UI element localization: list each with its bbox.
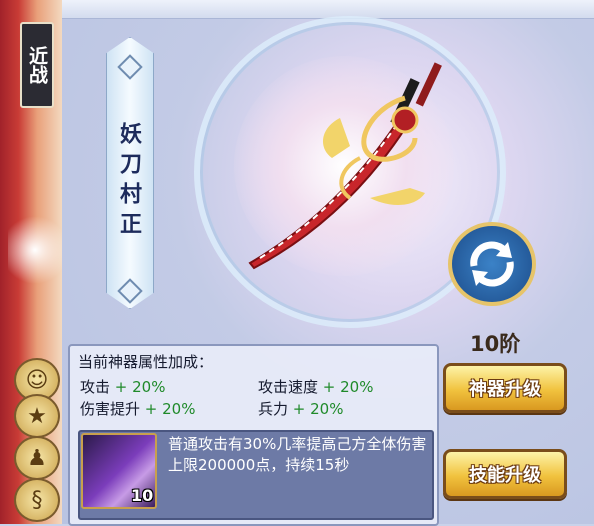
attribute-attack-speed: 攻击速度 + 20% [258,378,374,396]
character-icon[interactable]: ♟ [14,436,60,480]
attribute-attack: 攻击 + 20% [80,378,166,396]
skill-description: 普通攻击有30%几率提高己方全体伤害上限200000点，持续15秒 [168,435,427,474]
refresh-icon [470,241,514,287]
refresh-button[interactable] [448,222,536,306]
upgrade-skill-button[interactable]: 技能升级 [443,449,567,499]
tab-melee-label: 近战 [26,46,48,84]
attribute-troops: 兵力 + 20% [258,400,344,418]
star-icon[interactable]: ★ [14,394,60,438]
upgrade-weapon-button[interactable]: 神器升级 [443,363,567,413]
attribute-title: 当前神器属性加成： [78,353,214,371]
tab-melee[interactable]: 近战 [20,22,54,108]
attribute-damage-boost: 伤害提升 + 20% [80,400,196,418]
skill-level: 10 [131,486,154,505]
katana-icon [248,62,442,270]
top-frame [55,0,594,19]
swirl-icon[interactable]: § [14,478,60,522]
weapon-stage: 10阶 [470,332,521,356]
weapon-name: 妖刀村正 [116,122,142,242]
